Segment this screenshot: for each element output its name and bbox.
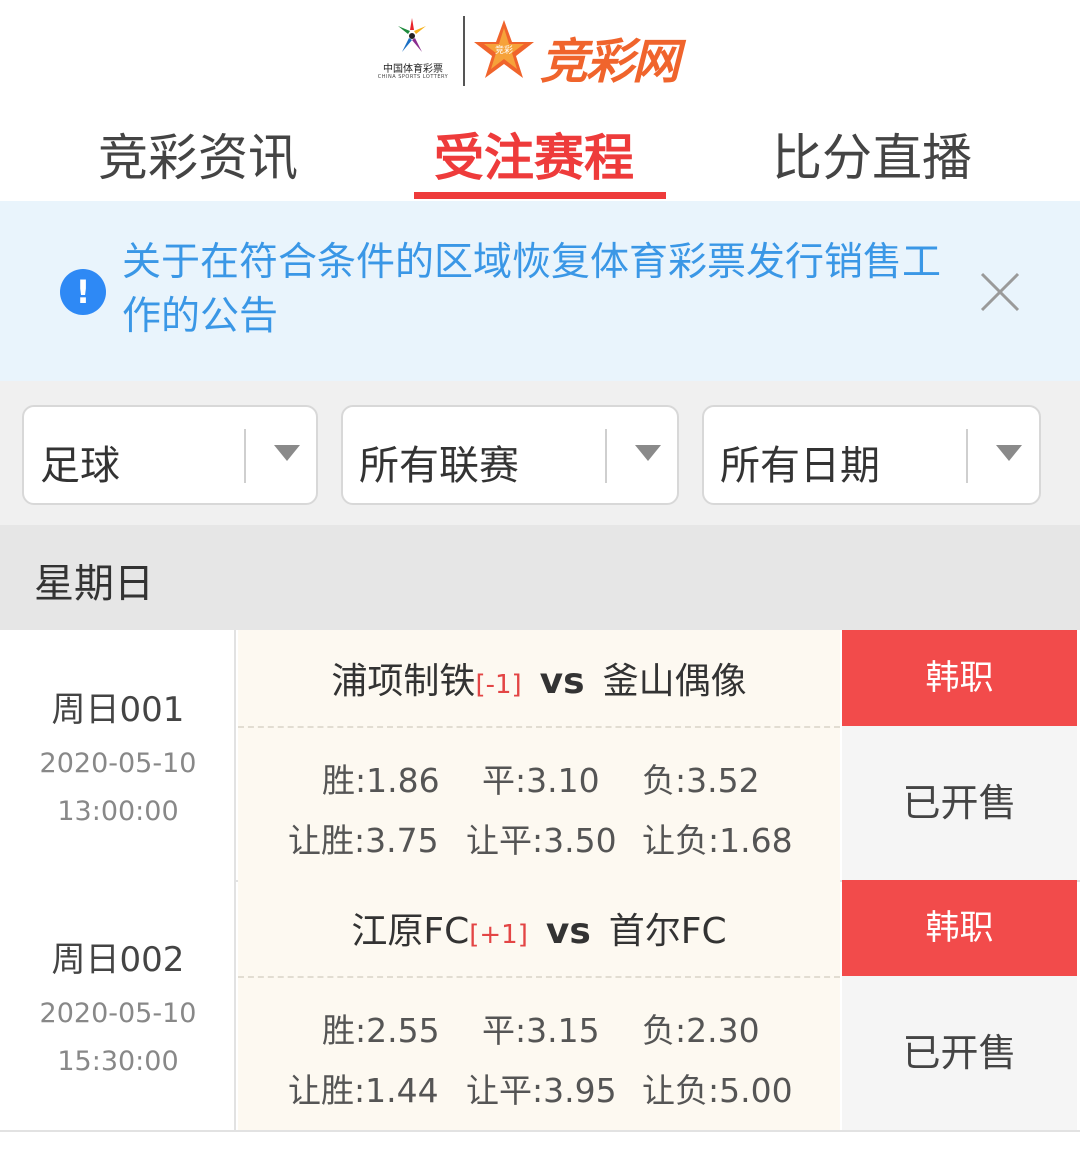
- handicap-odds-lose[interactable]: 让负:1.68: [642, 814, 793, 862]
- match-number: 周日002: [51, 940, 185, 980]
- match-odds-panel: 江原FC[+1] vs 首尔FC 胜:2.55 平:3.15 负:2.30 让胜:1…: [238, 880, 840, 1130]
- day-label: 星期日: [34, 561, 154, 607]
- match-odds-panel: 浦项制铁[-1] vs 釜山偶像 胜:1.86 平:3.10 负:3.52 让胜:3…: [238, 630, 840, 880]
- league-select[interactable]: 所有联赛: [341, 405, 679, 505]
- close-icon[interactable]: [976, 268, 1024, 316]
- handicap-odds-win[interactable]: 让胜:1.44: [288, 1064, 439, 1112]
- match-row[interactable]: 周日001 2020-05-10 13:00:00 浦项制铁[-1] vs 釜山偶像…: [0, 630, 1080, 880]
- date-select-value: 所有日期: [720, 443, 880, 489]
- home-team: 浦项制铁: [331, 661, 476, 702]
- sale-status: 已开售: [902, 1031, 1017, 1075]
- day-header: 星期日: [0, 525, 1080, 630]
- sporttery-brand-name: 竞彩网: [540, 34, 680, 90]
- logo-divider: [463, 16, 465, 86]
- chevron-down-icon: [274, 445, 300, 461]
- away-team: 首尔FC: [608, 911, 727, 952]
- tab-bar: 竞彩资讯 受注赛程 比分直播: [0, 100, 1080, 200]
- match-teams: 浦项制铁[-1] vs 釜山偶像: [238, 652, 840, 704]
- match-divider: [0, 1130, 1080, 1132]
- row-divider: [238, 976, 840, 978]
- vs-label: vs: [545, 911, 591, 952]
- logo-bar: 中国体育彩票 CHINA SPORTS LOTTERY 竞彩 竞彩网: [0, 0, 1080, 100]
- chevron-down-icon: [996, 445, 1022, 461]
- match-row[interactable]: 周日002 2020-05-10 15:30:00 江原FC[+1] vs 首尔FC…: [0, 880, 1080, 1130]
- match-status-panel: 韩职 已开售: [842, 630, 1077, 880]
- handicap-odds-draw[interactable]: 让平:3.50: [466, 814, 617, 862]
- match-date: 2020-05-10: [39, 998, 197, 1029]
- handicap: [+1]: [469, 920, 528, 950]
- handicap-odds-draw[interactable]: 让平:3.95: [466, 1064, 617, 1112]
- match-status-panel: 韩职 已开售: [842, 880, 1077, 1130]
- select-divider: [966, 429, 968, 483]
- odds-draw[interactable]: 平:3.10: [482, 754, 600, 802]
- tab-news[interactable]: 竞彩资讯: [98, 118, 298, 190]
- china-sports-lottery-sub: CHINA SPORTS LOTTERY: [377, 74, 449, 80]
- tab-live-score[interactable]: 比分直播: [772, 118, 972, 190]
- match-info: 周日001 2020-05-10 13:00:00: [0, 630, 236, 880]
- star-logo-badge: 竞彩: [495, 44, 513, 56]
- match-time: 13:00:00: [57, 796, 179, 827]
- chevron-down-icon: [635, 445, 661, 461]
- date-select[interactable]: 所有日期: [702, 405, 1041, 505]
- notice-text[interactable]: 关于在符合条件的区域恢复体育彩票发行销售工作的公告: [122, 236, 972, 344]
- sport-select[interactable]: 足球: [22, 405, 318, 505]
- odds-lose[interactable]: 负:2.30: [642, 1004, 760, 1052]
- away-team: 釜山偶像: [602, 661, 747, 702]
- match-time: 15:30:00: [57, 1046, 179, 1077]
- match-number: 周日001: [51, 690, 185, 730]
- vs-label: vs: [539, 661, 585, 702]
- tab-schedule[interactable]: 受注赛程: [434, 118, 634, 190]
- china-sports-lottery-logo: 中国体育彩票 CHINA SPORTS LOTTERY: [370, 14, 456, 84]
- active-tab-indicator: [414, 192, 666, 199]
- odds-lose[interactable]: 负:3.52: [642, 754, 760, 802]
- china-sports-lottery-name: 中国体育彩票: [383, 64, 443, 75]
- select-divider: [244, 429, 246, 483]
- match-teams: 江原FC[+1] vs 首尔FC: [238, 902, 840, 954]
- league-badge: 韩职: [842, 630, 1077, 726]
- odds-win[interactable]: 胜:1.86: [322, 754, 440, 802]
- odds-draw[interactable]: 平:3.15: [482, 1004, 600, 1052]
- sport-select-value: 足球: [40, 443, 120, 489]
- info-icon: !: [60, 269, 106, 315]
- row-divider: [238, 726, 840, 728]
- match-date: 2020-05-10: [39, 748, 197, 779]
- star-logo-icon: 竞彩: [474, 20, 534, 78]
- china-sports-lottery-logo-icon: [398, 18, 426, 52]
- sale-status: 已开售: [902, 781, 1017, 825]
- league-badge: 韩职: [842, 880, 1077, 976]
- match-info: 周日002 2020-05-10 15:30:00: [0, 880, 236, 1130]
- handicap: [-1]: [475, 670, 522, 700]
- handicap-odds-win[interactable]: 让胜:3.75: [288, 814, 439, 862]
- odds-win[interactable]: 胜:2.55: [322, 1004, 440, 1052]
- handicap-odds-lose[interactable]: 让负:5.00: [642, 1064, 793, 1112]
- select-divider: [605, 429, 607, 483]
- home-team: 江原FC: [351, 911, 470, 952]
- league-select-value: 所有联赛: [359, 443, 519, 489]
